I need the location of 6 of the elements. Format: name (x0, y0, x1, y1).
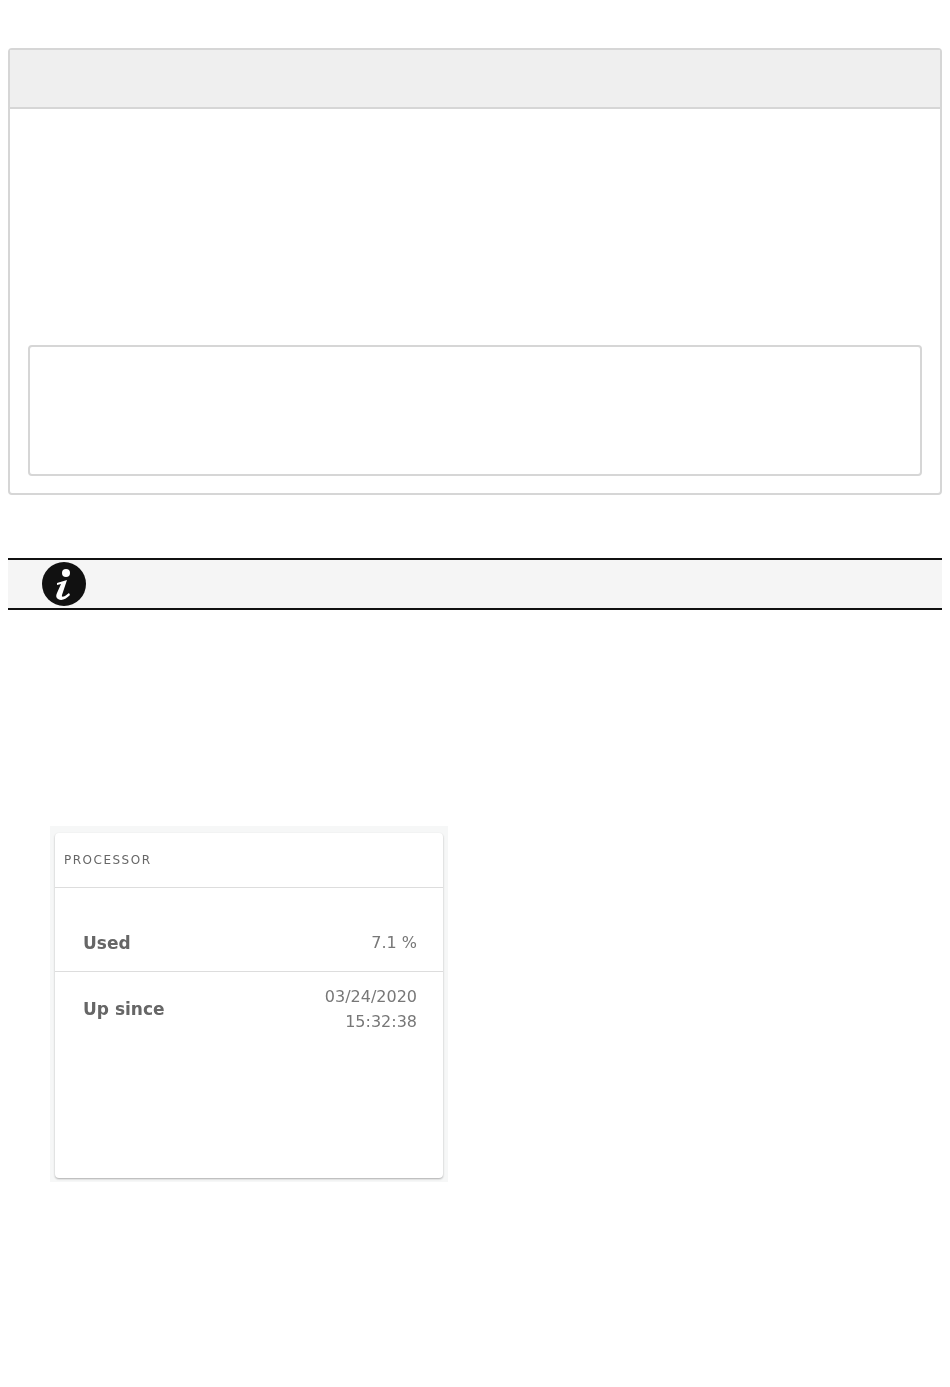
row-label: Used (83, 932, 131, 953)
info-icon (42, 562, 86, 606)
row-label: Up since (83, 999, 165, 1019)
row-value: 7.1 % (371, 932, 417, 954)
card-title: PROCESSOR (55, 833, 443, 888)
row-value: 03/24/2020 15:32:38 (324, 986, 417, 1033)
